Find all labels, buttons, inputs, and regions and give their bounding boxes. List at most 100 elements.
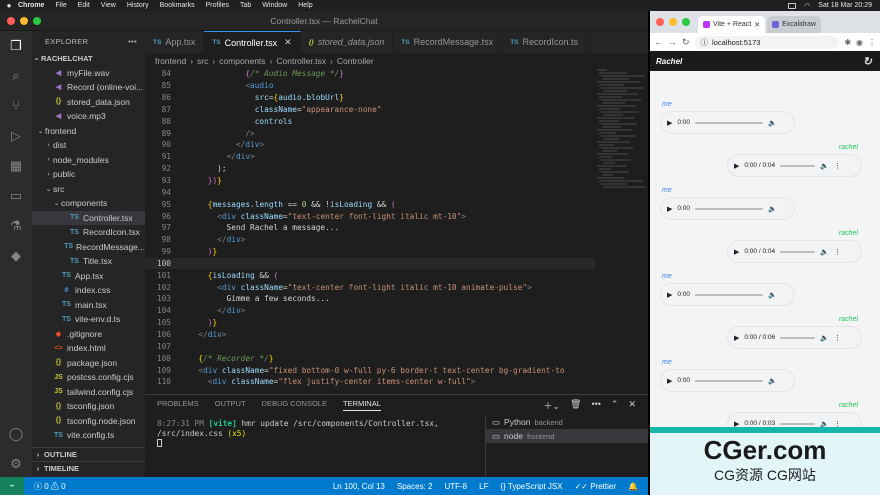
source-control-icon[interactable]: ⑂: [7, 97, 25, 115]
remote-explorer-icon[interactable]: ▭: [7, 187, 25, 205]
testing-icon[interactable]: ⚗: [7, 217, 25, 235]
breadcrumb-item[interactable]: Controller: [337, 56, 374, 66]
search-icon[interactable]: ⌕: [7, 67, 25, 85]
tree-file[interactable]: JS postcss.config.cjs: [32, 370, 145, 385]
audio-progress-bar[interactable]: [780, 422, 816, 425]
volume-icon[interactable]: 🔈: [820, 420, 829, 428]
menu-icon[interactable]: ⋮: [868, 38, 876, 47]
play-icon[interactable]: ▶: [667, 205, 672, 213]
code-line[interactable]: 97 Send Rachel a message...: [145, 222, 595, 234]
terminal-instance[interactable]: ▭ Python backend: [486, 415, 648, 429]
clock[interactable]: Sat 18 Mar 20:29: [818, 2, 872, 9]
tree-file[interactable]: {} tsconfig.json: [32, 399, 145, 414]
panel-tab-output[interactable]: OUTPUT: [215, 399, 246, 411]
code-line[interactable]: 106 </div>: [145, 329, 595, 341]
more-options-icon[interactable]: ⋮: [834, 248, 841, 256]
volume-icon[interactable]: 🔈: [768, 205, 777, 213]
menu-view[interactable]: View: [101, 2, 116, 9]
code-line[interactable]: 98 </div>: [145, 234, 595, 246]
audio-player[interactable]: ▶ 0:00 / 0:04 🔈 ⋮: [727, 240, 862, 263]
tree-folder[interactable]: › node_modules: [32, 153, 145, 168]
panel-tab-debug-console[interactable]: DEBUG CONSOLE: [262, 399, 327, 411]
audio-player[interactable]: ▶ 0:00 / 0:03 🔈 ⋮: [727, 412, 862, 427]
audio-progress-bar[interactable]: [780, 250, 816, 253]
breadcrumb-item[interactable]: frontend: [155, 56, 186, 66]
tree-file[interactable]: <> index.html: [32, 341, 145, 356]
address-bar[interactable]: ⓘ localhost:5173: [694, 35, 840, 49]
info-icon[interactable]: ⓘ: [701, 37, 709, 48]
zoom-window-button[interactable]: [682, 18, 690, 26]
tree-folder[interactable]: ⌄ src: [32, 182, 145, 197]
tree-file[interactable]: {} stored_data.json: [32, 95, 145, 110]
menu-file[interactable]: File: [55, 2, 66, 9]
tree-file[interactable]: ◀ myFile.wav: [32, 66, 145, 81]
code-line[interactable]: 86 src={audio.blobUrl}: [145, 92, 595, 104]
play-icon[interactable]: ▶: [734, 420, 739, 428]
audio-progress-bar[interactable]: [695, 293, 764, 296]
tree-file[interactable]: TS Controller.tsx: [32, 210, 145, 225]
battery-icon[interactable]: [788, 2, 797, 9]
tree-file[interactable]: TS vite.config.ts: [32, 428, 145, 443]
encoding[interactable]: UTF-8: [444, 482, 467, 491]
menu-bookmarks[interactable]: Bookmarks: [160, 2, 195, 9]
code-line[interactable]: 96 <div className="text-center font-ligh…: [145, 210, 595, 222]
tree-file[interactable]: {} tsconfig.node.json: [32, 414, 145, 429]
more-actions-icon[interactable]: •••: [591, 399, 600, 412]
tree-file[interactable]: JS tailwind.config.cjs: [32, 385, 145, 400]
volume-icon[interactable]: 🔈: [768, 377, 777, 385]
settings-gear-icon[interactable]: ⚙: [7, 455, 25, 473]
tree-file[interactable]: TS Title.tsx: [32, 254, 145, 269]
more-options-icon[interactable]: ⋮: [834, 420, 841, 428]
new-terminal-icon[interactable]: ＋⌄: [543, 399, 560, 412]
volume-icon[interactable]: 🔈: [820, 162, 829, 170]
play-icon[interactable]: ▶: [667, 377, 672, 385]
audio-player[interactable]: ▶ 0:00 🔈: [660, 369, 795, 392]
audio-progress-bar[interactable]: [695, 207, 764, 210]
menu-help[interactable]: Help: [298, 2, 312, 9]
close-icon[interactable]: ✕: [284, 37, 292, 48]
play-icon[interactable]: ▶: [667, 119, 672, 127]
apple-icon[interactable]: ●: [0, 1, 18, 10]
breadcrumb-item[interactable]: components: [219, 56, 265, 66]
wifi-icon[interactable]: ◠: [804, 2, 810, 10]
editor-tab[interactable]: TS App.tsx: [145, 31, 205, 53]
code-line[interactable]: 99 )}: [145, 246, 595, 258]
code-line[interactable]: 87 className="appearance-none": [145, 104, 595, 116]
editor-tab[interactable]: TS RecordMessage.tsx: [393, 31, 503, 53]
audio-progress-bar[interactable]: [780, 336, 816, 339]
profile-icon[interactable]: ◉: [856, 38, 863, 47]
tree-folder[interactable]: › dist: [32, 138, 145, 153]
extensions-icon[interactable]: ✱: [844, 38, 851, 47]
tree-file[interactable]: ◆ .gitignore: [32, 327, 145, 342]
tab-excalidraw[interactable]: Excalidraw: [767, 16, 821, 33]
code-line[interactable]: 109 <div className="fixed bottom-0 w-ful…: [145, 364, 595, 376]
volume-icon[interactable]: 🔈: [820, 248, 829, 256]
tree-file[interactable]: # index.css: [32, 283, 145, 298]
menu-window[interactable]: Window: [262, 2, 287, 9]
language-mode[interactable]: {} TypeScript JSX: [500, 482, 562, 491]
code-line[interactable]: 103 Gimme a few seconds...: [145, 293, 595, 305]
problems-status[interactable]: ⓧ 0 ⚠ 0: [34, 481, 66, 492]
trash-icon[interactable]: 🗑: [570, 399, 581, 412]
code-line[interactable]: 110 <div className="flex justify-center …: [145, 376, 595, 388]
code-line[interactable]: 90 </div>: [145, 139, 595, 151]
code-editor[interactable]: 84 {/* Audio Message */} 85 <audio 86 src=…: [145, 68, 595, 394]
menu-edit[interactable]: Edit: [78, 2, 90, 9]
code-line[interactable]: 93 })}: [145, 175, 595, 187]
docker-icon[interactable]: ◆: [7, 247, 25, 265]
close-icon[interactable]: ✕: [628, 399, 636, 412]
audio-player[interactable]: ▶ 0:00 / 0:04 🔈 ⋮: [727, 154, 862, 177]
tab-vite-react[interactable]: Vite + React ✕: [698, 16, 766, 33]
volume-icon[interactable]: 🔈: [768, 291, 777, 299]
code-line[interactable]: 85 <audio: [145, 80, 595, 92]
code-line[interactable]: 92 );: [145, 163, 595, 175]
audio-player[interactable]: ▶ 0:00 🔈: [660, 197, 795, 220]
code-line[interactable]: 100: [145, 257, 595, 270]
more-options-icon[interactable]: ⋮: [834, 162, 841, 170]
menu-chrome[interactable]: Chrome: [18, 2, 44, 9]
tree-file[interactable]: ◀ voice.mp3: [32, 109, 145, 124]
audio-player[interactable]: ▶ 0:00 🔈: [660, 111, 795, 134]
editor-tab[interactable]: {} stored_data.json: [301, 31, 394, 53]
tree-file[interactable]: TS RecordIcon.tsx: [32, 225, 145, 240]
reload-icon[interactable]: ↻: [682, 37, 690, 48]
